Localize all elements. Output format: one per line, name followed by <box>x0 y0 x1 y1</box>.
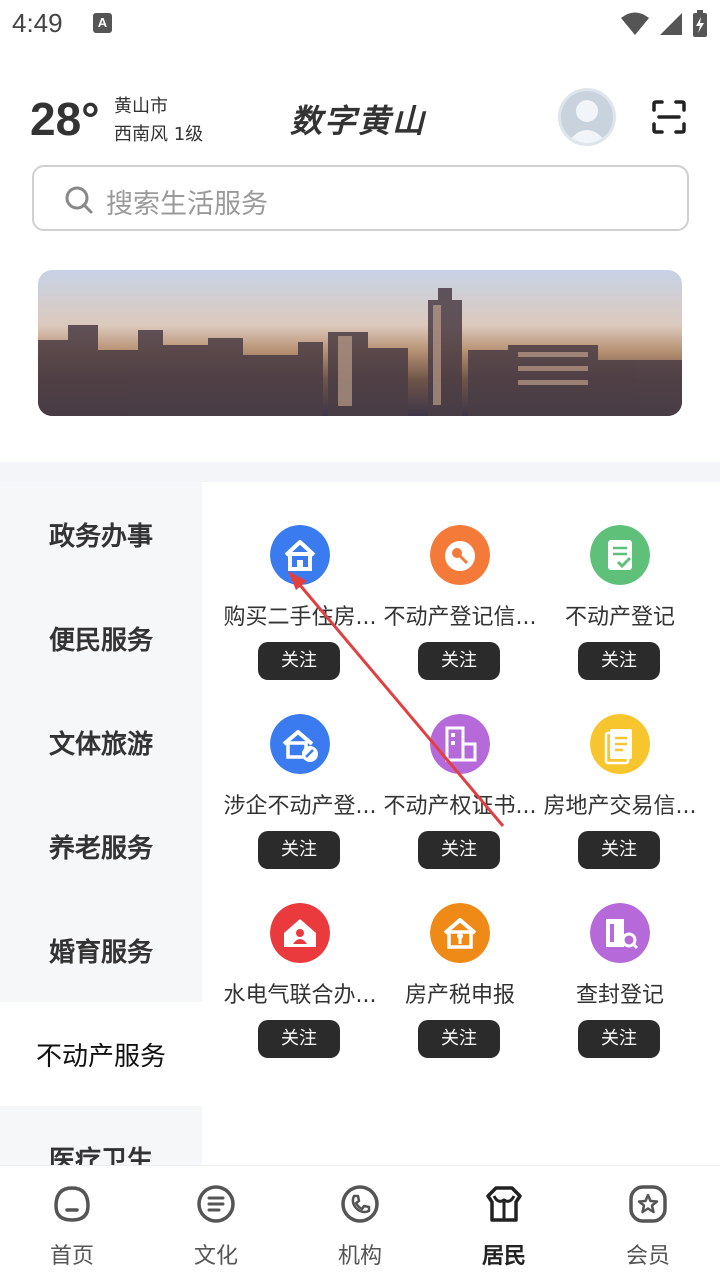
service-label: 查封登记 <box>575 983 664 1008</box>
follow-button[interactable]: 关注 <box>578 831 660 869</box>
service-label: 不动产权证书... <box>383 794 537 819</box>
category-government[interactable]: 政务办事 <box>0 482 202 586</box>
category-label: 不动产服务 <box>35 1042 166 1072</box>
follow-button[interactable]: 关注 <box>258 831 340 869</box>
category-medical[interactable]: 医疗卫生 <box>0 1106 202 1165</box>
battery-icon <box>693 10 707 37</box>
section-divider <box>0 462 720 482</box>
service-item[interactable]: 房产税申报 关注 <box>380 903 540 1073</box>
wind-info: 西南风 1级 <box>114 124 204 145</box>
category-label: 文体旅游 <box>48 730 153 760</box>
scan-icon[interactable] <box>650 98 688 136</box>
follow-button[interactable]: 关注 <box>578 642 660 680</box>
house-key-icon <box>430 903 490 963</box>
signal-icon <box>660 13 682 35</box>
bottom-nav: 首页 文化 机构 居民 会员 <box>0 1165 720 1280</box>
nav-label: 文化 <box>193 1244 238 1269</box>
follow-button[interactable]: 关注 <box>578 1020 660 1058</box>
follow-button[interactable]: 关注 <box>418 1020 500 1058</box>
status-icons <box>620 10 708 38</box>
skyline-image <box>38 288 682 416</box>
service-item[interactable]: 不动产权证书... 关注 <box>380 714 540 884</box>
category-label: 医疗卫生 <box>48 1146 153 1165</box>
status-time: 4:49 <box>12 8 63 38</box>
search-icon <box>65 186 93 214</box>
culture-icon <box>197 1185 235 1223</box>
document-icon <box>590 714 650 774</box>
key-icon <box>430 525 490 585</box>
category-sidebar: 政务办事 便民服务 文体旅游 养老服务 婚育服务 不动产服务 医疗卫生 <box>0 482 202 1165</box>
city-name: 黄山市 <box>114 96 168 117</box>
category-label: 婚育服务 <box>48 938 153 968</box>
user-icon <box>567 100 607 143</box>
nav-culture[interactable]: 文化 <box>144 1166 288 1280</box>
nav-resident[interactable]: 居民 <box>432 1166 576 1280</box>
category-label: 政务办事 <box>48 522 153 552</box>
nav-member[interactable]: 会员 <box>576 1166 720 1280</box>
building-search-icon <box>590 903 650 963</box>
category-convenience[interactable]: 便民服务 <box>0 586 202 690</box>
wifi-icon <box>621 12 649 35</box>
notification-icon: A <box>93 13 112 33</box>
category-elderly-care[interactable]: 养老服务 <box>0 794 202 898</box>
search-placeholder: 搜索生活服务 <box>106 189 268 220</box>
service-label: 涉企不动产登... <box>223 794 377 819</box>
service-label: 水电气联合办... <box>223 983 377 1008</box>
follow-button[interactable]: 关注 <box>258 1020 340 1058</box>
home-person-icon <box>270 903 330 963</box>
service-label: 房产税申报 <box>404 983 515 1008</box>
service-label: 购买二手住房... <box>223 605 377 630</box>
nav-home[interactable]: 首页 <box>0 1166 144 1280</box>
follow-button[interactable]: 关注 <box>258 642 340 680</box>
service-item[interactable]: 不动产登记信... 关注 <box>380 525 540 695</box>
enterprise-icon <box>270 714 330 774</box>
member-icon <box>629 1185 667 1223</box>
nav-label: 首页 <box>49 1244 94 1269</box>
category-culture-tourism[interactable]: 文体旅游 <box>0 690 202 794</box>
category-real-estate[interactable]: 不动产服务 <box>0 1002 202 1106</box>
service-label: 房地产交易信... <box>543 794 697 819</box>
nav-institution[interactable]: 机构 <box>288 1166 432 1280</box>
service-item[interactable]: 涉企不动产登... 关注 <box>220 714 380 884</box>
follow-button[interactable]: 关注 <box>418 642 500 680</box>
house-icon <box>270 525 330 585</box>
status-bar: 4:49 A <box>0 0 720 50</box>
city-banner[interactable] <box>38 270 682 416</box>
category-label: 便民服务 <box>48 626 153 656</box>
avatar[interactable] <box>558 88 616 146</box>
home-face-icon <box>54 1186 90 1222</box>
service-item[interactable]: 房地产交易信... 关注 <box>540 714 700 884</box>
category-label: 养老服务 <box>48 834 153 864</box>
service-label: 不动产登记 <box>564 605 675 630</box>
temperature: 28° <box>30 93 100 145</box>
resident-icon <box>486 1186 522 1222</box>
service-label: 不动产登记信... <box>383 605 537 630</box>
nav-label: 机构 <box>337 1244 382 1269</box>
category-marriage-birth[interactable]: 婚育服务 <box>0 898 202 1002</box>
nav-label: 居民 <box>481 1244 526 1269</box>
document-check-icon <box>590 525 650 585</box>
service-item[interactable]: 查封登记 关注 <box>540 903 700 1073</box>
app-title: 数字黄山 <box>290 102 427 140</box>
search-input[interactable]: 搜索生活服务 <box>32 165 689 231</box>
service-item[interactable]: 不动产登记 关注 <box>540 525 700 695</box>
certificate-icon <box>430 714 490 774</box>
service-item[interactable]: 购买二手住房... 关注 <box>220 525 380 695</box>
phone-icon <box>341 1185 379 1223</box>
nav-label: 会员 <box>625 1244 670 1269</box>
service-item[interactable]: 水电气联合办... 关注 <box>220 903 380 1073</box>
follow-button[interactable]: 关注 <box>418 831 500 869</box>
